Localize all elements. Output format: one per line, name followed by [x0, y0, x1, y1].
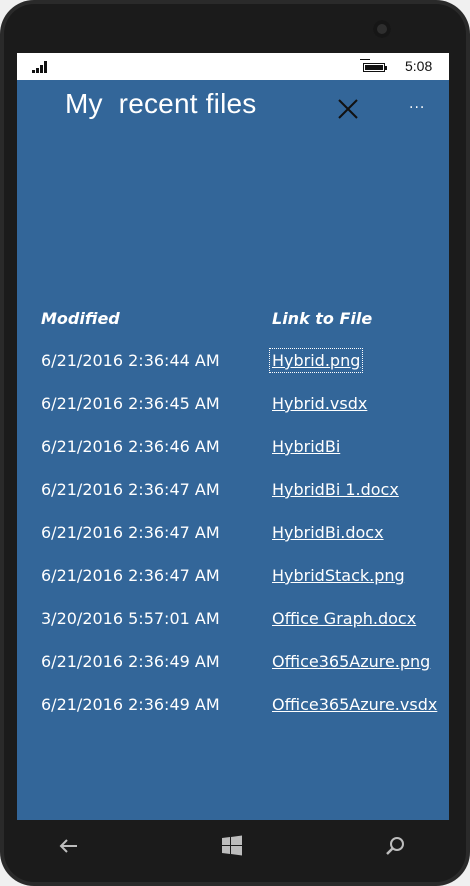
signal-strength-icon: [32, 61, 50, 73]
modified-date: 6/21/2016 2:36:44 AM: [41, 351, 220, 370]
table-row: 6/21/2016 2:36:46 AM HybridBi: [17, 437, 449, 467]
more-options-button[interactable]: ···: [409, 100, 431, 117]
close-button[interactable]: [336, 97, 360, 121]
modified-date: 6/21/2016 2:36:47 AM: [41, 480, 220, 499]
search-button[interactable]: [383, 834, 407, 858]
file-link[interactable]: HybridBi 1.docx: [272, 480, 399, 499]
battery-charging-icon: [360, 59, 390, 74]
file-link[interactable]: HybridStack.png: [272, 566, 405, 585]
status-time: 5:08: [405, 58, 433, 74]
phone-frame: 5:08 My recent files ··· Modified Link t…: [0, 0, 470, 886]
modified-date: 6/21/2016 2:36:49 AM: [41, 695, 220, 714]
page-title: My recent files: [65, 88, 257, 119]
status-bar: 5:08: [17, 53, 449, 80]
modified-date: 6/21/2016 2:36:45 AM: [41, 394, 220, 413]
table-row: 6/21/2016 2:36:49 AM Office365Azure.png: [17, 652, 449, 682]
windows-logo-icon: [222, 835, 242, 856]
app-screen: 5:08 My recent files ··· Modified Link t…: [17, 53, 449, 820]
close-icon: [338, 99, 358, 119]
file-link[interactable]: Hybrid.vsdx: [272, 394, 367, 413]
file-link[interactable]: Office365Azure.vsdx: [272, 695, 437, 714]
table-row: 6/21/2016 2:36:44 AM Hybrid.png: [17, 348, 449, 381]
back-button[interactable]: [57, 834, 81, 858]
table-row: 6/21/2016 2:36:47 AM HybridBi 1.docx: [17, 480, 449, 510]
file-link[interactable]: HybridBi.docx: [272, 523, 384, 542]
table-row: 6/21/2016 2:36:45 AM Hybrid.vsdx: [17, 394, 449, 424]
column-header-link: Link to File: [272, 309, 373, 328]
file-link[interactable]: Hybrid.png: [268, 348, 364, 373]
table-row: 6/21/2016 2:36:49 AM Office365Azure.vsdx: [17, 695, 449, 725]
modified-date: 6/21/2016 2:36:47 AM: [41, 523, 220, 542]
front-camera: [373, 20, 391, 38]
file-link[interactable]: HybridBi: [272, 437, 340, 456]
table-row: 6/21/2016 2:36:47 AM HybridStack.png: [17, 566, 449, 596]
modified-date: 6/21/2016 2:36:49 AM: [41, 652, 220, 671]
navigation-bar: [17, 820, 449, 872]
file-link[interactable]: Office365Azure.png: [272, 652, 430, 671]
column-header-modified: Modified: [41, 309, 120, 328]
modified-date: 6/21/2016 2:36:46 AM: [41, 437, 220, 456]
table-row: 3/20/2016 5:57:01 AM Office Graph.docx: [17, 609, 449, 639]
modified-date: 3/20/2016 5:57:01 AM: [41, 609, 220, 628]
home-button[interactable]: [220, 834, 244, 858]
modified-date: 6/21/2016 2:36:47 AM: [41, 566, 220, 585]
table-row: 6/21/2016 2:36:47 AM HybridBi.docx: [17, 523, 449, 553]
more-icon: ···: [409, 100, 426, 116]
search-icon: [386, 837, 404, 855]
back-arrow-icon: [59, 839, 77, 853]
file-link[interactable]: Office Graph.docx: [272, 609, 416, 628]
